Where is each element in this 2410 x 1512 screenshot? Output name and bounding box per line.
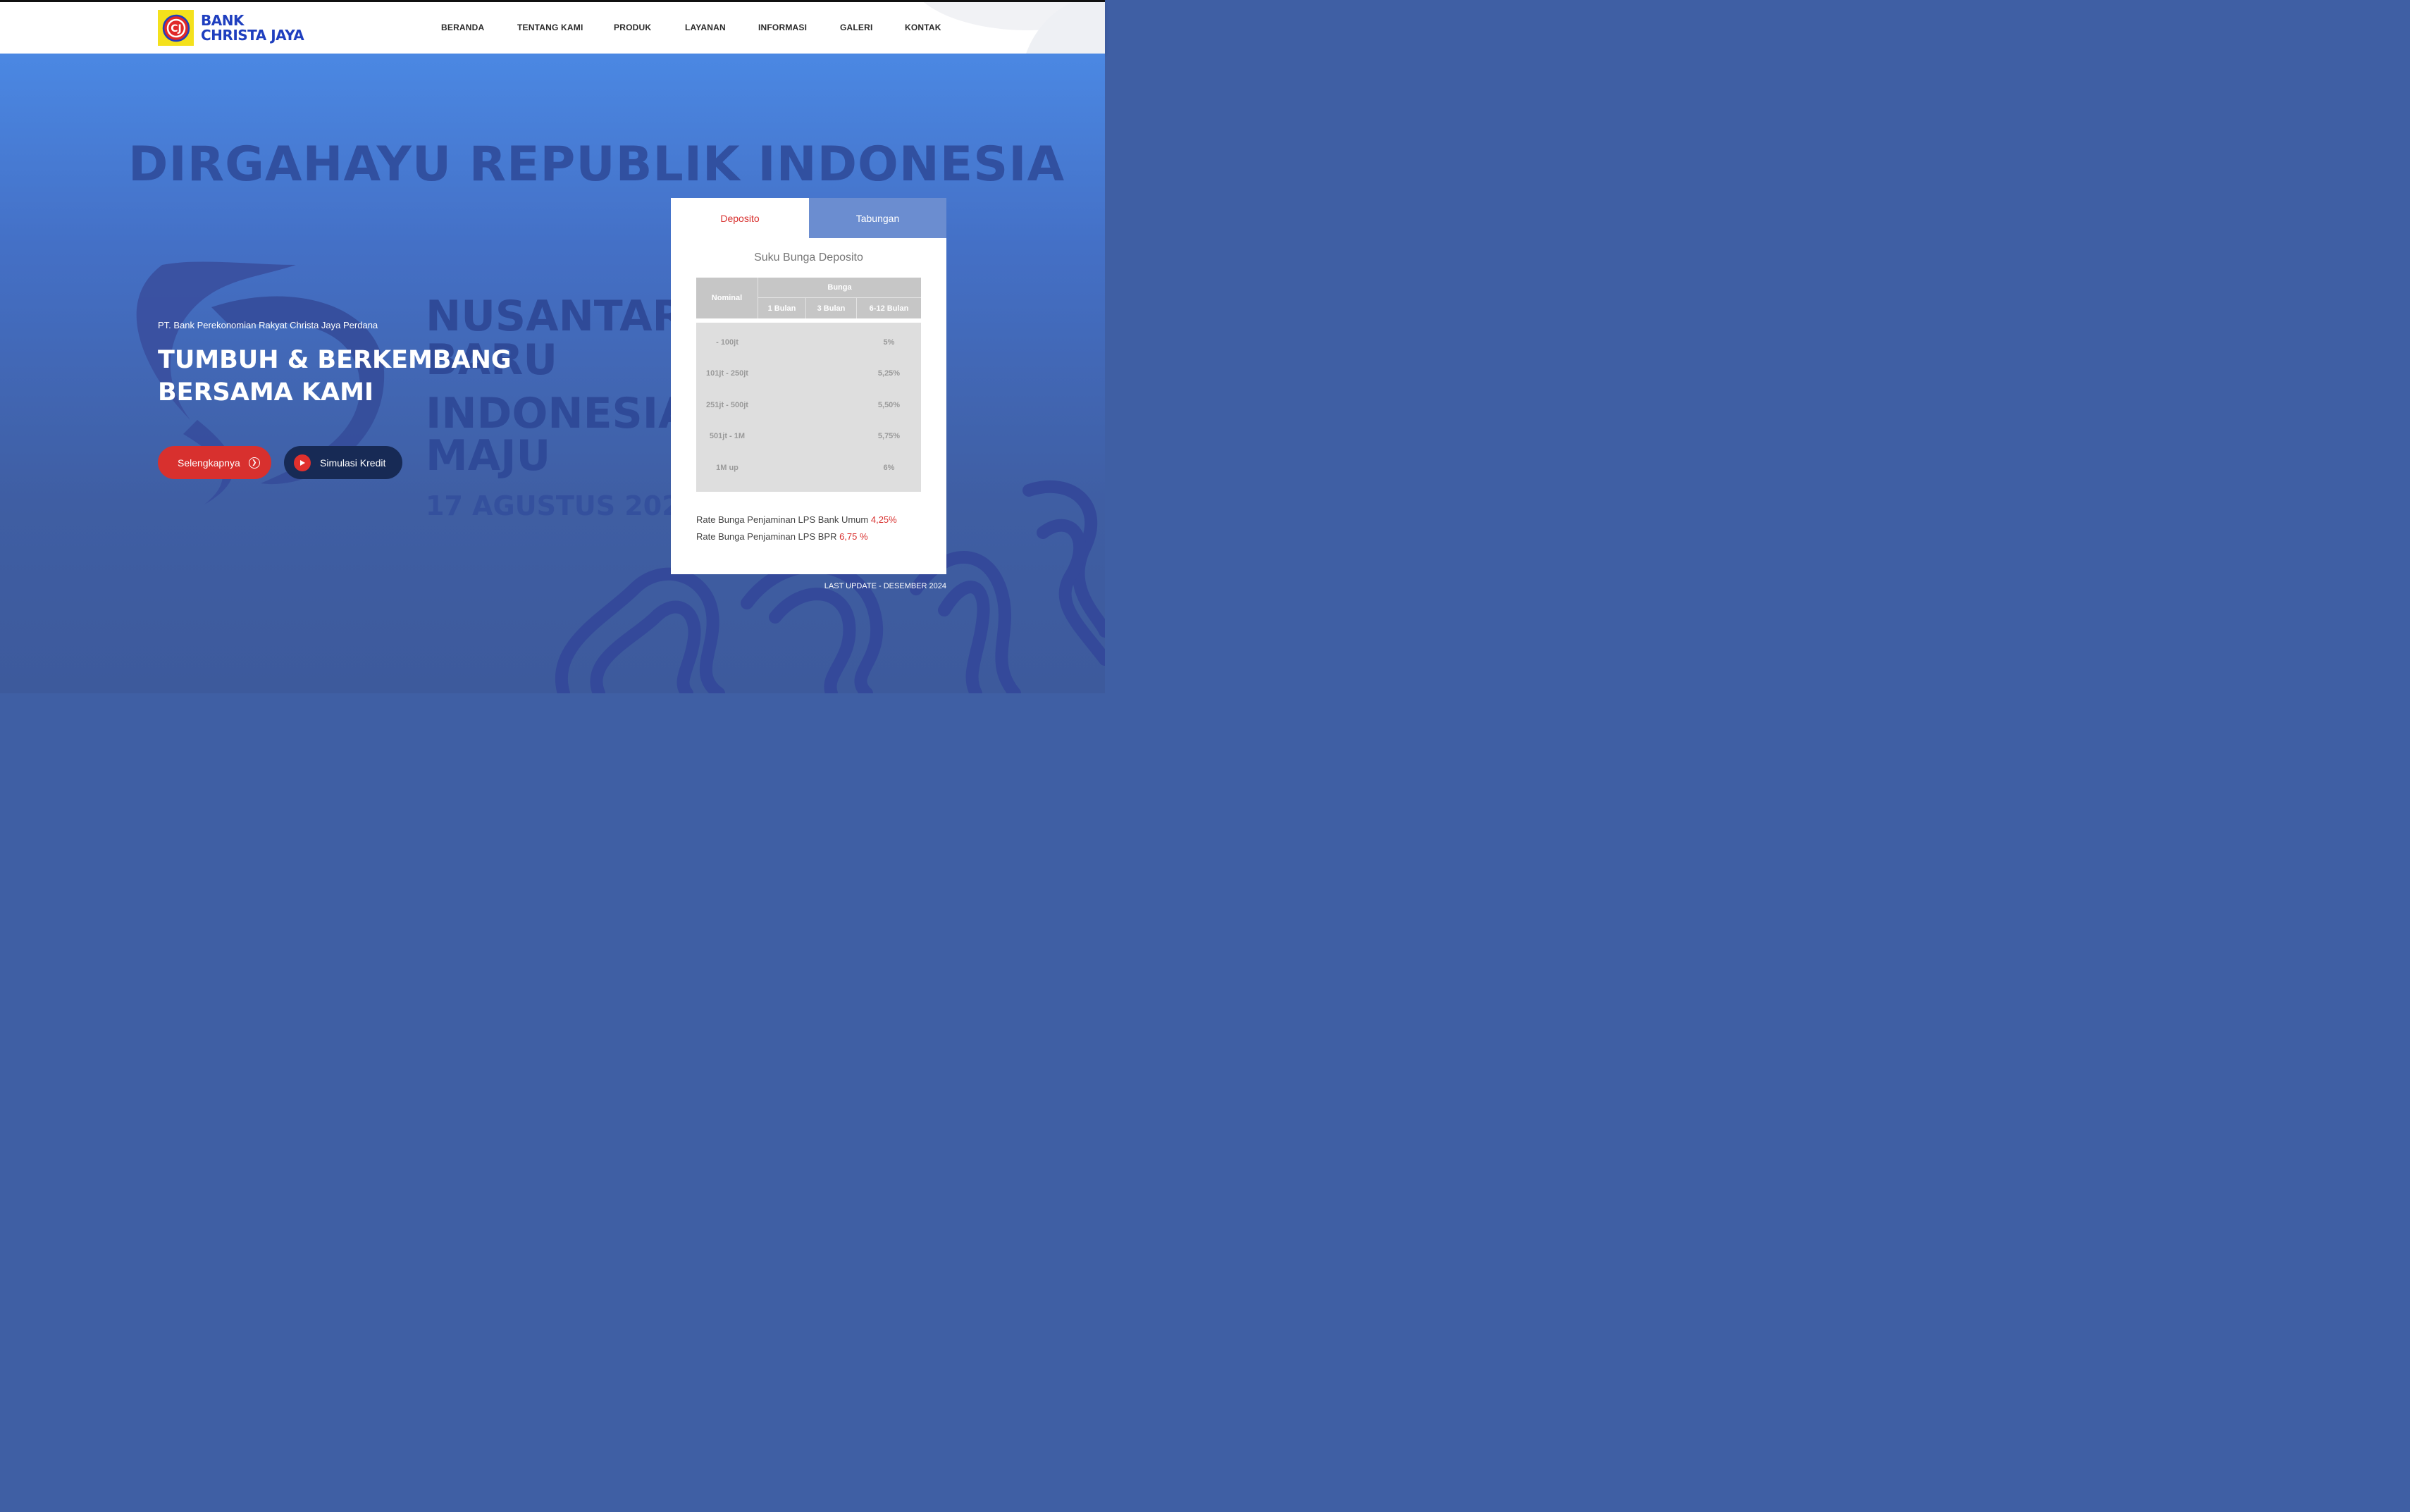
play-icon	[294, 454, 311, 471]
selengkapnya-button[interactable]: Selengkapnya ❯	[158, 446, 271, 479]
row-nominal: 1M up	[716, 464, 739, 472]
row-nominal: 501jt - 1M	[709, 432, 746, 440]
rate-card-title: Suku Bunga Deposito	[754, 252, 863, 264]
column-header-1-bulan: 1 Bulan	[758, 298, 806, 318]
nav-kontak[interactable]: KONTAK	[905, 23, 941, 32]
simulasi-kredit-label: Simulasi Kredit	[320, 457, 386, 469]
hero-headline: TUMBUH & BERKEMBANG BERSAMA KAMI	[158, 344, 552, 409]
table-row: 501jt - 1M 5,75%	[696, 432, 921, 446]
table-row: 251jt - 500jt 5,50%	[696, 401, 921, 415]
hero-headline-line2: BERSAMA KAMI	[158, 378, 373, 407]
column-header-bunga: Bunga	[758, 278, 921, 298]
nav-informasi[interactable]: INFORMASI	[758, 23, 807, 32]
lps-bpr-value: 6,75 %	[839, 531, 868, 542]
column-header-3-bulan: 3 Bulan	[806, 298, 857, 318]
bank-name: BANK CHRISTA JAYA	[201, 13, 304, 43]
bank-logo-icon: CJ	[158, 10, 194, 46]
row-nominal: - 100jt	[716, 338, 739, 347]
table-row: 101jt - 250jt 5,25%	[696, 369, 921, 383]
row-nominal: 251jt - 500jt	[706, 401, 748, 409]
last-update-text: LAST UPDATE - DESEMBER 2024	[824, 582, 946, 590]
hero-section: DIRGAHAYU REPUBLIK INDONESIA NUSANTAR BA…	[0, 54, 1105, 693]
svg-text:CJ: CJ	[171, 23, 181, 35]
lps-bank-umum-value: 4,25%	[870, 514, 897, 525]
column-header-6-12-bulan: 6-12 Bulan	[869, 304, 909, 313]
bank-name-line2: CHRISTA JAYA	[201, 26, 304, 44]
bank-logo[interactable]: CJ BANK CHRISTA JAYA	[158, 10, 304, 46]
table-row: - 100jt 5%	[696, 338, 921, 352]
nav-layanan[interactable]: LAYANAN	[685, 23, 726, 32]
site-header: CJ BANK CHRISTA JAYA BERANDA TENTANG KAM…	[0, 2, 1105, 54]
lps-bpr-rate: Rate Bunga Penjaminan LPS BPR 6,75 %	[696, 531, 868, 542]
nav-tentang-kami[interactable]: TENTANG KAMI	[517, 23, 583, 32]
row-rate: 5,75%	[877, 432, 901, 440]
interest-rate-card: Deposito Tabungan Suku Bunga Deposito No…	[671, 198, 946, 574]
hero-company-name: PT. Bank Perekonomian Rakyat Christa Jay…	[158, 320, 378, 330]
nav-beranda[interactable]: BERANDA	[441, 23, 484, 32]
column-header-nominal: Nominal	[696, 278, 758, 318]
row-rate: 5,25%	[877, 369, 901, 378]
row-rate: 5%	[883, 338, 895, 347]
tab-tabungan[interactable]: Tabungan	[809, 198, 946, 238]
lps-bank-umum-rate: Rate Bunga Penjaminan LPS Bank Umum 4,25…	[696, 514, 897, 525]
background-banner-line: MAJU	[426, 431, 551, 481]
table-row: 1M up 6%	[696, 464, 921, 478]
background-banner-title: DIRGAHAYU REPUBLIK INDONESIA	[128, 137, 1065, 192]
rate-table-header: Nominal Bunga 1 Bulan 3 Bulan 6-12 Bulan	[696, 278, 921, 318]
chevron-right-circle-icon: ❯	[248, 457, 260, 469]
nav-galeri[interactable]: GALERI	[840, 23, 873, 32]
background-banner-line: NUSANTAR	[426, 292, 685, 341]
simulasi-kredit-button[interactable]: Simulasi Kredit	[284, 446, 402, 479]
tab-deposito[interactable]: Deposito	[671, 198, 809, 238]
background-banner-date: 17 AGUSTUS 2024	[426, 490, 700, 521]
nav-produk[interactable]: PRODUK	[614, 23, 651, 32]
selengkapnya-label: Selengkapnya	[178, 457, 240, 469]
lps-bpr-label: Rate Bunga Penjaminan LPS BPR	[696, 531, 840, 542]
row-rate: 5,50%	[877, 401, 901, 409]
row-nominal: 101jt - 250jt	[706, 369, 748, 378]
rate-table-body: - 100jt 5% 101jt - 250jt 5,25% 251jt - 5…	[696, 323, 921, 492]
lps-bank-umum-label: Rate Bunga Penjaminan LPS Bank Umum	[696, 514, 871, 525]
row-rate: 6%	[883, 464, 895, 472]
hero-headline-line1: TUMBUH & BERKEMBANG	[158, 346, 512, 374]
bank-name-line1: BANK	[201, 11, 244, 29]
